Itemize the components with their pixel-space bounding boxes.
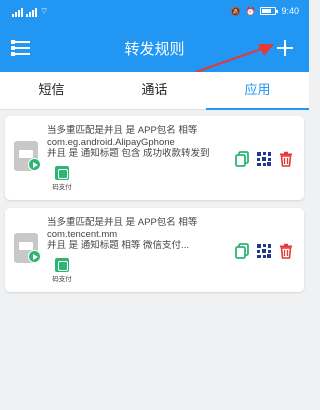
trash-icon[interactable] [278,151,294,167]
signal-bars-icon [12,8,23,17]
channel-label: 码支付 [52,183,72,191]
app-icon [14,233,42,267]
signal-indicators: ⌔ [12,6,48,17]
rule-line: com.eg.android.AlipayGphone [47,136,175,148]
rule-line: 当多重匹配是并且 是 APP包名 相等 [47,125,198,136]
rule-line: 并且 是 通知标题 包含 成功收款转发到 [47,148,210,159]
tab-calls[interactable]: 通话 [103,72,206,110]
mute-icon: 🔕 [230,6,241,16]
status-bar: ⌔ 🔕 ⏰ 9:40 [0,0,309,24]
trash-icon[interactable] [278,243,294,259]
payment-channel: 码支付 [51,258,73,283]
qr-code-icon[interactable] [256,243,272,259]
tab-sms[interactable]: 短信 [0,72,103,110]
system-indicators: 🔕 ⏰ 9:40 [231,6,299,16]
rule-actions [234,243,294,259]
rule-line: 当多重匹配是并且 是 APP包名 相等 [47,217,198,228]
rule-line: com.tencent.mm [47,228,118,240]
alarm-icon: ⏰ [245,6,256,16]
rule-description: 当多重匹配是并且 是 APP包名 相等 com.eg.android.Alipa… [47,125,232,160]
payment-channel: 码支付 [51,166,73,191]
channel-label: 码支付 [52,275,72,283]
tab-bar: 短信 通话 应用 [0,72,309,110]
rule-card[interactable]: 当多重匹配是并且 是 APP包名 相等 com.eg.android.Alipa… [5,116,304,200]
wifi-icon: ⌔ [40,7,49,17]
rule-description: 当多重匹配是并且 是 APP包名 相等 com.tencent.mm 并且 是 … [47,217,232,252]
rule-actions [234,151,294,167]
qr-code-icon[interactable] [256,151,272,167]
battery-icon [260,7,279,15]
play-icon [28,158,41,171]
copy-icon[interactable] [234,243,250,259]
clock: 9:40 [281,6,299,16]
signal-bars-icon [26,8,37,17]
payment-channel-icon [55,166,69,180]
rule-card[interactable]: 当多重匹配是并且 是 APP包名 相等 com.tencent.mm 并且 是 … [5,208,304,292]
app-icon [14,141,42,175]
tab-apps[interactable]: 应用 [206,72,309,110]
copy-icon[interactable] [234,151,250,167]
play-icon [28,250,41,263]
rule-line: 并且 是 通知标题 相等 微信支付... [47,240,189,251]
payment-channel-icon [55,258,69,272]
